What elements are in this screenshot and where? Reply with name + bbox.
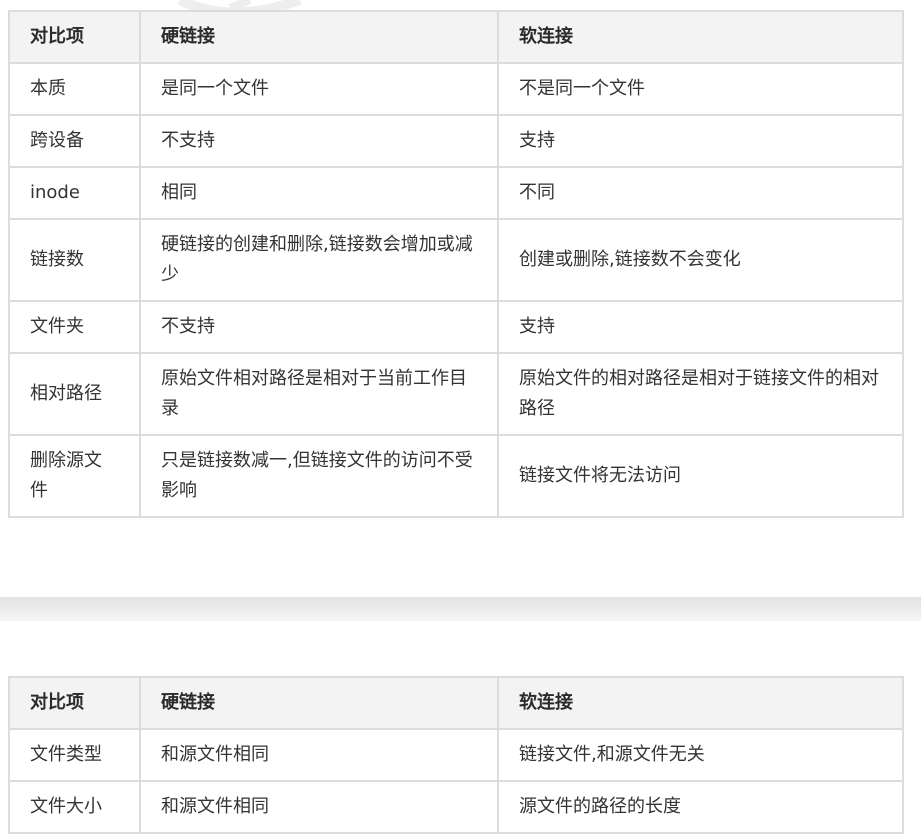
table-cell: 不同 (497, 166, 904, 220)
table-cell: 硬链接的创建和删除,链接数会增加或减少 (139, 218, 499, 302)
comparison-table-1: 对比项 硬链接 软连接 本质 是同一个文件 不是同一个文件 跨设备 不支持 支持… (8, 10, 904, 518)
table-row: inode 相同 不同 (8, 166, 904, 220)
comparison-table-2: 对比项 硬链接 软连接 文件类型 和源文件相同 链接文件,和源文件无关 文件大小… (8, 676, 904, 834)
table-cell: 不是同一个文件 (497, 62, 904, 116)
table-cell: 相对路径 (8, 352, 141, 436)
table-cell: 支持 (497, 300, 904, 354)
table-header-row: 对比项 硬链接 软连接 (8, 676, 904, 730)
table-row: 跨设备 不支持 支持 (8, 114, 904, 168)
table-cell: 跨设备 (8, 114, 141, 168)
table-row: 本质 是同一个文件 不是同一个文件 (8, 62, 904, 116)
table-cell: 链接文件,和源文件无关 (497, 728, 904, 782)
header-cell-soft-link: 软连接 (497, 10, 904, 64)
table-cell: 源文件的路径的长度 (497, 780, 904, 834)
table-row: 删除源文件 只是链接数减一,但链接文件的访问不受影响 链接文件将无法访问 (8, 434, 904, 518)
table-cell: 不支持 (139, 300, 499, 354)
table-cell: 和源文件相同 (139, 780, 499, 834)
table-cell: 链接文件将无法访问 (497, 434, 904, 518)
table-cell: 相同 (139, 166, 499, 220)
table-cell: 文件夹 (8, 300, 141, 354)
page: 对比项 硬链接 软连接 本质 是同一个文件 不是同一个文件 跨设备 不支持 支持… (0, 0, 921, 837)
table-cell: 文件类型 (8, 728, 141, 782)
header-cell-item: 对比项 (8, 10, 141, 64)
table-row: 相对路径 原始文件相对路径是相对于当前工作目录 原始文件的相对路径是相对于链接文… (8, 352, 904, 436)
table-row: 文件夹 不支持 支持 (8, 300, 904, 354)
header-cell-hard-link: 硬链接 (139, 10, 499, 64)
table-cell: 是同一个文件 (139, 62, 499, 116)
table-cell: 创建或删除,链接数不会变化 (497, 218, 904, 302)
table-header-row: 对比项 硬链接 软连接 (8, 10, 904, 64)
table-cell: 删除源文件 (8, 434, 141, 518)
table-cell: 链接数 (8, 218, 141, 302)
table-cell: inode (8, 166, 141, 220)
header-cell-soft-link: 软连接 (497, 676, 904, 730)
section-separator (0, 597, 921, 621)
table-cell: 不支持 (139, 114, 499, 168)
table-row: 文件类型 和源文件相同 链接文件,和源文件无关 (8, 728, 904, 782)
table-row: 链接数 硬链接的创建和删除,链接数会增加或减少 创建或删除,链接数不会变化 (8, 218, 904, 302)
table-cell: 只是链接数减一,但链接文件的访问不受影响 (139, 434, 499, 518)
table-cell: 原始文件相对路径是相对于当前工作目录 (139, 352, 499, 436)
table-cell: 原始文件的相对路径是相对于链接文件的相对路径 (497, 352, 904, 436)
table-cell: 支持 (497, 114, 904, 168)
header-cell-item: 对比项 (8, 676, 141, 730)
table-row: 文件大小 和源文件相同 源文件的路径的长度 (8, 780, 904, 834)
table-cell: 和源文件相同 (139, 728, 499, 782)
header-cell-hard-link: 硬链接 (139, 676, 499, 730)
table-cell: 文件大小 (8, 780, 141, 834)
table-cell: 本质 (8, 62, 141, 116)
